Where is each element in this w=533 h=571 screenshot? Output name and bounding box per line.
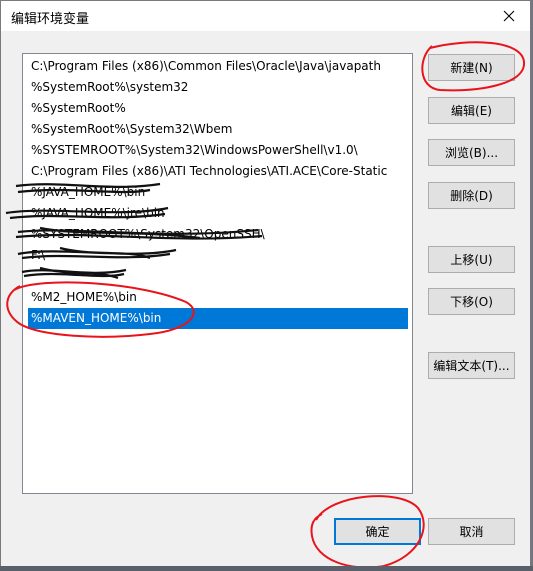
list-item[interactable]: %SystemRoot%\system32 <box>28 77 408 98</box>
list-item[interactable]: C:\Program Files (x86)\ATI Technologies\… <box>28 161 408 182</box>
list-item[interactable]: %JAVA_HOME%\jre\bin <box>28 203 408 224</box>
dialog-title: 编辑环境变量 <box>11 12 90 27</box>
list-item[interactable]: %SystemRoot% <box>28 98 408 119</box>
browse-button[interactable]: 浏览(B)... <box>428 139 515 166</box>
edit-environment-variable-dialog: 编辑环境变量 C:\Program Files (x86)\Common Fil… <box>0 0 531 569</box>
list-item[interactable]: %JAVA_HOME%\bin <box>28 182 408 203</box>
edit-button[interactable]: 编辑(E) <box>428 97 515 124</box>
close-button[interactable] <box>488 1 530 31</box>
list-item[interactable]: %SystemRoot%\System32\Wbem <box>28 119 408 140</box>
new-button[interactable]: 新建(N) <box>428 54 515 81</box>
list-item[interactable]: F:\ <box>28 245 408 266</box>
list-item-selected[interactable]: %MAVEN_HOME%\bin <box>28 308 408 329</box>
move-up-button[interactable]: 上移(U) <box>428 246 515 273</box>
edit-text-button[interactable]: 编辑文本(T)... <box>428 352 515 379</box>
path-list[interactable]: C:\Program Files (x86)\Common Files\Orac… <box>22 53 413 494</box>
cancel-button[interactable]: 取消 <box>428 518 515 545</box>
list-item[interactable]: C:\Program Files (x86)\Common Files\Orac… <box>28 56 408 77</box>
list-item[interactable]: %SYSTEMROOT%\System32\WindowsPowerShell\… <box>28 140 408 161</box>
list-item[interactable] <box>28 266 408 287</box>
list-item[interactable]: %M2_HOME%\bin <box>28 287 408 308</box>
move-down-button[interactable]: 下移(O) <box>428 288 515 315</box>
list-item[interactable]: %SYSTEMROOT%\System32\OpenSSH\ <box>28 224 408 245</box>
title-bar: 编辑环境变量 <box>1 1 530 31</box>
close-icon <box>503 10 515 22</box>
delete-button[interactable]: 删除(D) <box>428 182 515 209</box>
ok-button[interactable]: 确定 <box>334 518 421 545</box>
bottom-edge <box>0 566 533 571</box>
